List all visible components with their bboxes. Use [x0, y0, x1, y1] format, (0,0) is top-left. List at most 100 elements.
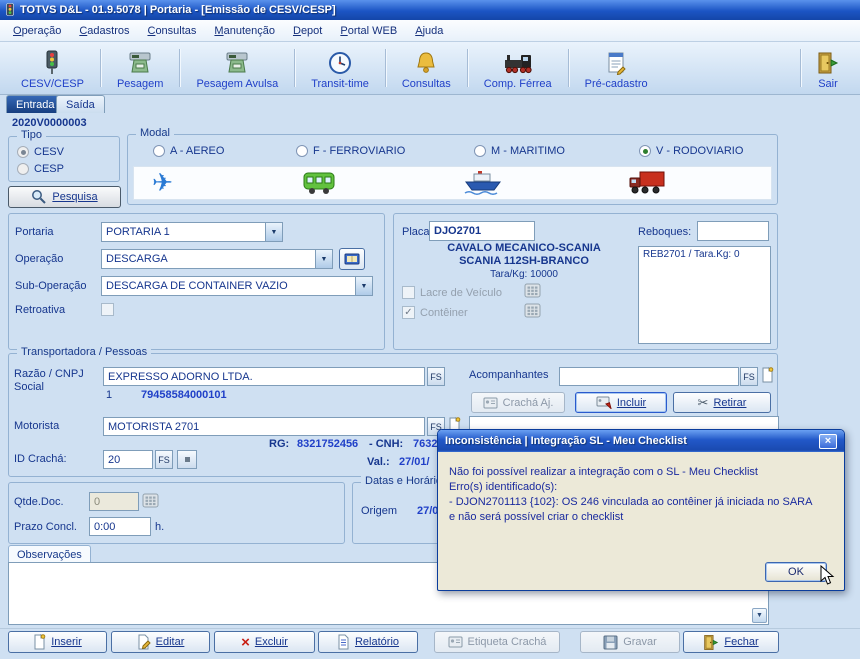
toolbar-pre-cadastro[interactable]: Pré-cadastro	[572, 42, 661, 94]
dialog-message-line: Não foi possível realizar a integração c…	[449, 466, 758, 478]
qtde-keypad-button[interactable]	[142, 493, 159, 508]
observacoes-tab[interactable]: Observações	[8, 545, 91, 563]
retroativa-label: Retroativa	[15, 304, 66, 316]
radio-aereo[interactable]: A - AEREO	[153, 145, 224, 157]
toolbar-pesagem[interactable]: Pesagem	[104, 42, 176, 94]
fechar-button[interactable]: Fechar	[683, 631, 779, 653]
inconsistencia-dialog: Inconsistência | Integração SL - Meu Che…	[437, 429, 845, 591]
qtde-doc-label: Qtde.Doc.	[14, 496, 64, 508]
id-cracha-input[interactable]: 20	[103, 450, 153, 469]
editar-button[interactable]: Editar	[111, 631, 210, 653]
menu-item-operacao[interactable]: Operação	[4, 22, 70, 40]
datas-caption: Datas e Horário	[361, 475, 447, 487]
toolbar-label: Consultas	[401, 78, 451, 90]
operacao-catalog-button[interactable]	[339, 248, 365, 270]
acompanhantes-new-doc-button[interactable]	[761, 367, 774, 383]
conteiner-keypad-button[interactable]	[524, 303, 541, 318]
menu-item-ajuda[interactable]: Ajuda	[406, 22, 452, 40]
acompanhantes-input[interactable]	[559, 367, 739, 386]
menu-item-depot[interactable]: Depot	[284, 22, 331, 40]
reboques-input[interactable]	[697, 221, 769, 241]
qtde-doc-input[interactable]: 0	[89, 492, 139, 511]
bell-icon	[415, 49, 437, 77]
radio-circle	[153, 145, 165, 157]
badge-icon	[448, 636, 463, 648]
modal-caption: Modal	[136, 127, 174, 139]
incluir-button[interactable]: Incluir	[575, 392, 667, 413]
inserir-label: Inserir	[51, 636, 82, 648]
toolbar-pesagem-avulsa[interactable]: Pesagem Avulsa	[183, 42, 291, 94]
id-cracha-aux-button[interactable]	[177, 450, 197, 469]
portaria-value: PORTARIA 1	[106, 226, 170, 238]
gravar-button[interactable]: Gravar	[580, 631, 680, 653]
menu-item-consultas[interactable]: Consultas	[138, 22, 205, 40]
retroativa-checkbox[interactable]	[101, 303, 114, 316]
cracha-aj-label: Crachá Aj.	[502, 396, 554, 409]
chevron-down-icon[interactable]: ▼	[355, 277, 372, 295]
retirar-label: Retirar	[713, 396, 747, 409]
portaria-select[interactable]: PORTARIA 1 ▼	[101, 222, 283, 242]
dialog-title: Inconsistência | Integração SL - Meu Che…	[445, 435, 687, 447]
train-icon	[503, 49, 533, 77]
etiqueta-cracha-button[interactable]: Etiqueta Crachá	[434, 631, 560, 653]
portaria-label: Portaria	[15, 226, 54, 238]
razao-label-line2: Social	[14, 381, 44, 393]
toolbar-label: Transit-time	[311, 78, 369, 90]
pesquisa-button[interactable]: Pesquisa	[8, 186, 121, 208]
toolbar-consultas[interactable]: Consultas	[389, 42, 464, 94]
dialog-close-button[interactable]: ×	[819, 433, 837, 449]
modal-groupbox: Modal A - AEREO F - FERROVIARIO M - MARI…	[127, 127, 778, 205]
id-cracha-fs-button[interactable]: FS	[155, 450, 173, 469]
operacao-select[interactable]: DESCARGA ▼	[101, 249, 333, 269]
toolbar-label: CESV/CESP	[21, 78, 84, 90]
relatorio-button[interactable]: Relatório	[318, 631, 418, 653]
radio-ferroviario[interactable]: F - FERROVIARIO	[296, 145, 405, 157]
razao-input[interactable]: EXPRESSO ADORNO LTDA.	[103, 367, 425, 386]
inserir-button[interactable]: Inserir	[8, 631, 107, 653]
edit-icon	[138, 634, 151, 650]
tab-saida[interactable]: Saída	[56, 95, 105, 113]
motorista-label: Motorista	[14, 420, 60, 432]
razao-fs-button[interactable]: FS	[427, 367, 445, 386]
chevron-down-icon[interactable]: ▼	[315, 250, 332, 268]
toolbar-sair[interactable]: Sair	[804, 42, 852, 94]
lacre-checkbox[interactable]	[402, 286, 415, 299]
origem-label: Origem	[361, 505, 398, 517]
menu-item-portal-web[interactable]: Portal WEB	[331, 22, 406, 40]
radio-maritimo[interactable]: M - MARITIMO	[474, 145, 565, 157]
radio-cesp[interactable]: CESP	[17, 163, 64, 175]
placa-input[interactable]: DJO2701	[429, 221, 535, 241]
radio-circle	[17, 146, 29, 158]
conteiner-checkbox[interactable]: ✓	[402, 306, 415, 319]
toolbar-transit-time[interactable]: Transit-time	[298, 42, 382, 94]
exit-door-icon	[817, 49, 839, 77]
operacao-label: Operação	[15, 253, 64, 265]
chevron-down-icon: ▼	[756, 612, 763, 619]
radio-cesv[interactable]: CESV	[17, 146, 64, 158]
toolbar-cesv-cesp[interactable]: CESV/CESP	[8, 42, 97, 94]
lacre-keypad-button[interactable]	[524, 283, 541, 298]
prazo-concl-input[interactable]: 0:00	[89, 517, 151, 536]
sub-operacao-select[interactable]: DESCARGA DE CONTAINER VAZIO ▼	[101, 276, 373, 296]
radio-rodoviario[interactable]: V - RODOVIARIO	[639, 145, 743, 157]
radio-label: CESV	[34, 146, 64, 158]
title-bar: TOTVS D&L - 01.9.5078 | Portaria - [Emis…	[0, 0, 860, 20]
reboques-listbox[interactable]: REB2701 / Tara.Kg: 0	[638, 246, 771, 344]
vehicle-description-line2: SCANIA 112SH-BRANCO	[459, 255, 589, 267]
retirar-button[interactable]: ✂ Retirar	[673, 392, 771, 413]
dialog-ok-button[interactable]: OK	[765, 562, 827, 582]
excluir-button[interactable]: × Excluir	[214, 631, 315, 653]
etiqueta-cracha-label: Etiqueta Crachá	[467, 636, 547, 648]
chevron-down-icon[interactable]: ▼	[265, 223, 282, 241]
cracha-aj-button[interactable]: Crachá Aj.	[471, 392, 565, 413]
operacao-value: DESCARGA	[106, 253, 168, 265]
motorista-input[interactable]: MOTORISTA 2701	[103, 417, 425, 436]
scroll-down-button[interactable]: ▼	[752, 608, 767, 623]
menu-item-cadastros[interactable]: Cadastros	[70, 22, 138, 40]
acompanhantes-fs-button[interactable]: FS	[740, 367, 758, 386]
menu-item-manutencao[interactable]: Manutenção	[205, 22, 284, 40]
truck-icon	[629, 170, 665, 196]
railcar-icon	[302, 170, 336, 196]
reboque-list-item[interactable]: REB2701 / Tara.Kg: 0	[643, 249, 766, 260]
toolbar-comp-ferrea[interactable]: Comp. Férrea	[471, 42, 565, 94]
